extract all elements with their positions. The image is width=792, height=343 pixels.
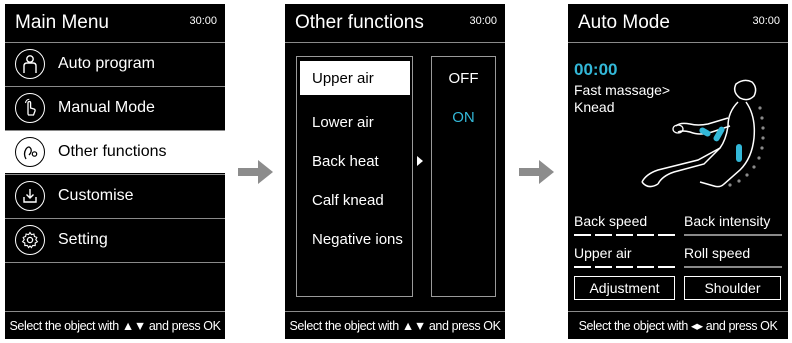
menu-item-label: Customise bbox=[58, 187, 134, 204]
function-item-back-heat[interactable]: Back heat bbox=[300, 144, 410, 178]
menu-item-customise[interactable]: Customise bbox=[5, 174, 225, 217]
divider bbox=[5, 311, 225, 312]
footer-hint: Select the object with ◂▸ and press OK bbox=[578, 319, 778, 333]
value-off[interactable]: OFF bbox=[432, 70, 495, 87]
program-timer: 00:00 bbox=[574, 60, 618, 79]
time-display: 30:00 bbox=[469, 15, 497, 27]
screen-title: Other functions bbox=[295, 12, 424, 33]
function-item-negative-ions[interactable]: Negative ions bbox=[300, 222, 410, 256]
auto-mode-screen: Auto Mode 30:00 00:00 Fast massage> Knea… bbox=[568, 4, 788, 339]
value-list: OFF ON bbox=[431, 56, 496, 297]
param-back-speed[interactable]: Back speed bbox=[574, 213, 647, 229]
menu-item-label: Setting bbox=[58, 231, 108, 248]
time-display: 30:00 bbox=[752, 15, 780, 27]
gear-icon bbox=[15, 225, 45, 255]
menu-item-manual-mode[interactable]: Manual Mode bbox=[5, 86, 225, 129]
param-roll-speed[interactable]: Roll speed bbox=[684, 245, 750, 261]
screen-title: Main Menu bbox=[15, 12, 109, 33]
other-functions-screen: Other functions 30:00 Upper air Lower ai… bbox=[285, 4, 505, 339]
person-icon bbox=[15, 49, 45, 79]
divider bbox=[568, 311, 788, 312]
roll-speed-level bbox=[684, 266, 782, 268]
main-menu-screen: Main Menu 30:00 Auto program Manual Mode… bbox=[5, 4, 225, 339]
program-step: Knead bbox=[574, 99, 615, 115]
function-item-upper-air[interactable]: Upper air bbox=[300, 61, 410, 95]
footer-hint: Select the object with ▲▼ and press OK bbox=[289, 319, 501, 333]
param-back-intensity[interactable]: Back intensity bbox=[684, 213, 770, 229]
caret-right-icon bbox=[417, 156, 423, 166]
divider bbox=[568, 42, 788, 43]
function-item-calf-knead[interactable]: Calf knead bbox=[300, 183, 410, 217]
functions-icon bbox=[15, 137, 45, 167]
param-upper-air[interactable]: Upper air bbox=[574, 245, 632, 261]
function-item-lower-air[interactable]: Lower air bbox=[300, 105, 410, 139]
adjustment-button[interactable]: Adjustment bbox=[574, 276, 675, 300]
menu-item-other-functions[interactable]: Other functions bbox=[5, 130, 225, 173]
menu-item-setting[interactable]: Setting bbox=[5, 218, 225, 261]
divider bbox=[285, 311, 505, 312]
shoulder-button[interactable]: Shoulder bbox=[684, 276, 781, 300]
massage-chair-figure bbox=[641, 79, 765, 188]
value-on[interactable]: ON bbox=[432, 109, 495, 126]
time-display: 30:00 bbox=[189, 15, 217, 27]
divider bbox=[5, 262, 225, 263]
back-intensity-level bbox=[684, 234, 782, 236]
arrow-right-icon bbox=[519, 160, 554, 184]
function-list: Upper air Lower air Back heat Calf knead… bbox=[296, 56, 413, 297]
menu-item-label: Other functions bbox=[58, 143, 167, 160]
screen-title: Auto Mode bbox=[578, 12, 670, 33]
hand-pointer-icon bbox=[15, 93, 45, 123]
menu-item-label: Auto program bbox=[58, 55, 155, 72]
menu-item-label: Manual Mode bbox=[58, 99, 155, 116]
arrow-right-icon bbox=[238, 160, 273, 184]
divider bbox=[285, 42, 505, 43]
menu-item-auto-program[interactable]: Auto program bbox=[5, 42, 225, 85]
footer-hint: Select the object with ▲▼ and press OK bbox=[9, 319, 221, 333]
download-icon bbox=[15, 181, 45, 211]
